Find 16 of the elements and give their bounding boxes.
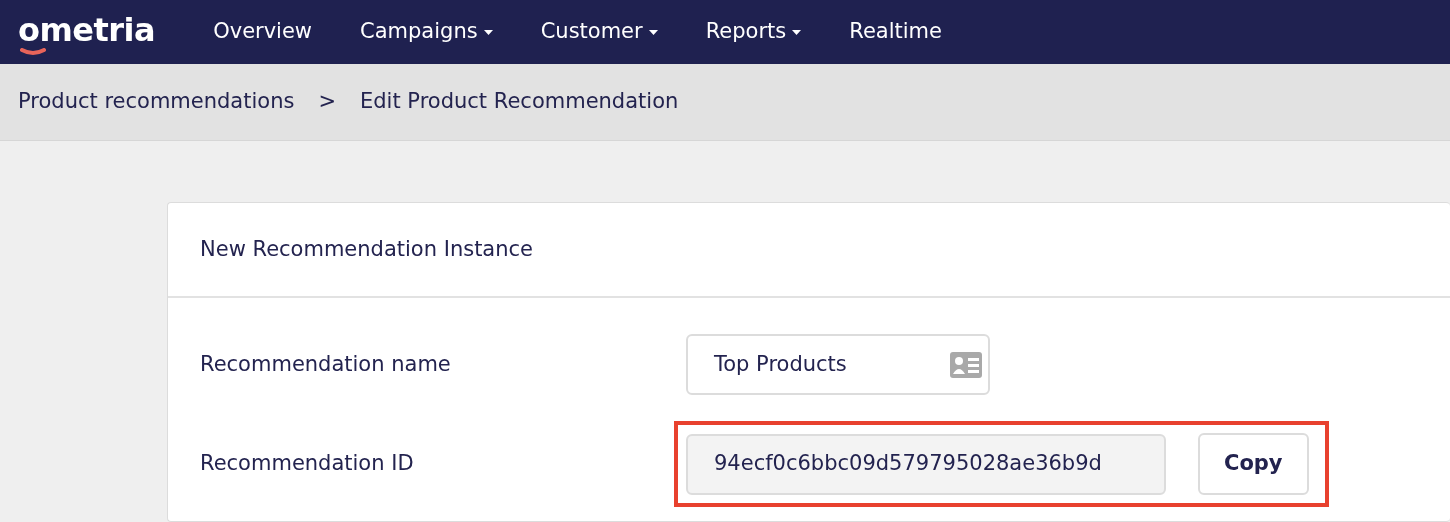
breadcrumb-separator: > (318, 88, 336, 116)
nav-link[interactable]: Realtime (849, 16, 942, 48)
id-field[interactable]: 94ecf0c6bbc09d579795028ae36b9d (686, 433, 1166, 495)
card-title: New Recommendation Instance (200, 235, 533, 263)
field-label: Recommendation ID (199, 450, 415, 478)
logo[interactable]: ometria (18, 14, 156, 56)
contact-card-icon (950, 351, 982, 378)
nav-link[interactable]: Overview (213, 16, 313, 48)
breadcrumb-item: Edit Product Recommendation (360, 88, 679, 116)
field-label: Recommendation name (199, 350, 452, 378)
nav-link[interactable]: Reports (705, 16, 802, 48)
breadcrumb-item[interactable]: Product recommendations (18, 86, 295, 118)
nav-link[interactable]: Campaigns (360, 16, 493, 48)
nav-link[interactable]: Customer (540, 16, 658, 48)
input-field[interactable]: Top Products (686, 334, 990, 395)
copy-button[interactable]: Copy (1198, 433, 1309, 495)
